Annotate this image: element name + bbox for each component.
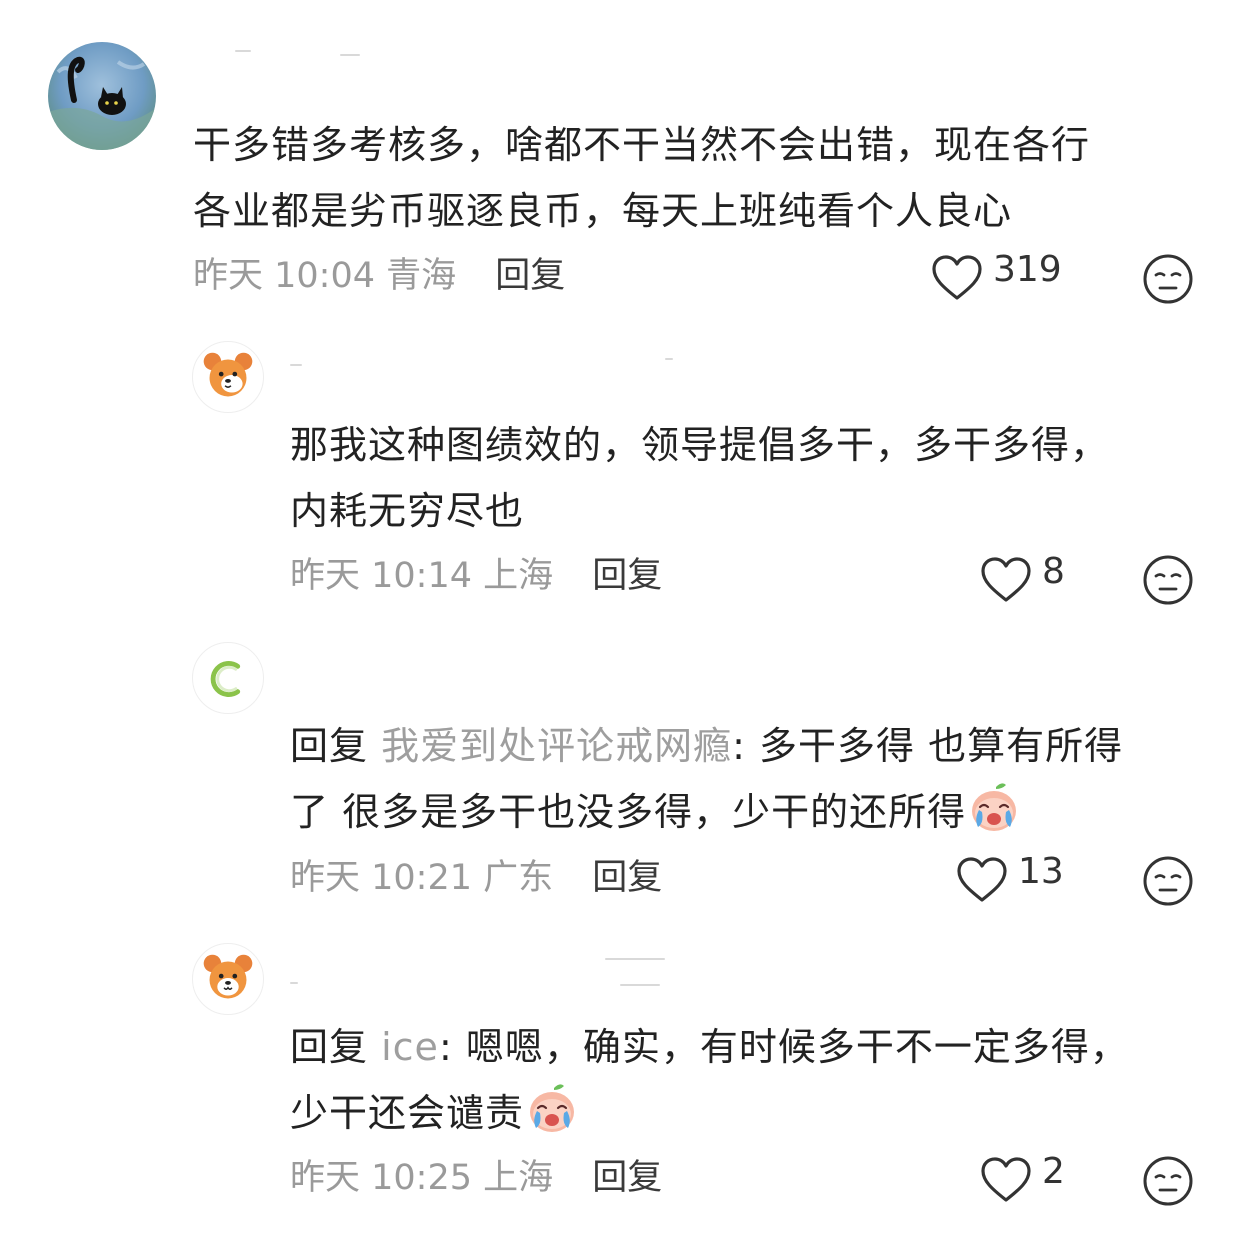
crying-peach-emoji: [966, 779, 1022, 835]
like-count: 13: [1018, 851, 1064, 892]
comment-text: 干多错多考核多，啥都不干当然不会出错，现在各行 各业都是劣币驱逐良币，每天上班纯…: [193, 123, 1091, 233]
like-button[interactable]: 8: [980, 552, 1065, 604]
reply-prefix: 回复: [290, 724, 369, 768]
avatar-reply-3[interactable]: [192, 943, 264, 1015]
like-button[interactable]: 13: [956, 852, 1064, 904]
heart-outline-icon: [932, 255, 982, 300]
reply-meta: 昨天 10:21 广东 回复: [290, 858, 662, 898]
reply-location: 上海: [483, 1158, 554, 1198]
neutral-face-icon: [1143, 856, 1193, 906]
reply-button[interactable]: 回复: [495, 256, 565, 296]
like-count: 8: [1042, 551, 1065, 592]
reply-body-line2: 少干还会谴责: [290, 1091, 525, 1135]
reply-body-line1: : 多干多得 也算有所得: [732, 724, 1124, 768]
dislike-button[interactable]: [1142, 253, 1194, 305]
like-button[interactable]: 2: [980, 1152, 1065, 1204]
neutral-face-icon: [1143, 254, 1193, 304]
reply-body-line2: 了 很多是多干也没多得，少干的还所得: [290, 790, 967, 834]
reply-time: 昨天 10:14: [290, 556, 472, 596]
dislike-button[interactable]: [1142, 855, 1194, 907]
dislike-button[interactable]: [1142, 554, 1194, 606]
reply-text: 回复 我爱到处评论戒网瘾: 多干多得 也算有所得 了 很多是多干也没多得，少干的…: [290, 713, 1123, 845]
reply-meta: 昨天 10:14 上海 回复: [290, 556, 662, 596]
reply-time: 昨天 10:25: [290, 1158, 472, 1198]
like-count: 2: [1042, 1151, 1065, 1192]
like-count: 319: [993, 249, 1062, 290]
reply-prefix: 回复: [290, 1025, 369, 1069]
like-button[interactable]: 319: [931, 250, 1062, 302]
comment-time: 昨天 10:04: [193, 256, 375, 296]
avatar-reply-2[interactable]: [192, 642, 264, 714]
reply-meta: 昨天 10:25 上海 回复: [290, 1158, 662, 1198]
avatar-reply-1[interactable]: [192, 341, 264, 413]
reply-location: 上海: [483, 556, 554, 596]
heart-outline-icon: [981, 1157, 1031, 1202]
reply-button[interactable]: 回复: [592, 556, 662, 596]
reply-body-line1: : 嗯嗯，确实，有时候多干不一定多得，: [438, 1025, 1129, 1069]
username-redacted[interactable]: [235, 50, 365, 58]
username-redacted[interactable]: [290, 358, 680, 366]
comment-location: 青海: [386, 256, 457, 296]
neutral-face-icon: [1143, 1156, 1193, 1206]
dislike-button[interactable]: [1142, 1155, 1194, 1207]
reply-text: 那我这种图绩效的，领导提倡多干，多干多得， 内耗无穷尽也: [290, 423, 1110, 533]
reply-text: 回复 ice: 嗯嗯，确实，有时候多干不一定多得， 少干还会谴责: [290, 1014, 1129, 1146]
username-redacted[interactable]: [290, 958, 680, 986]
reply-target-user[interactable]: 我爱到处评论戒网瘾: [381, 724, 732, 768]
heart-outline-icon: [957, 857, 1007, 902]
reply-time: 昨天 10:21: [290, 858, 472, 898]
reply-button[interactable]: 回复: [592, 1158, 662, 1198]
avatar-main-commenter[interactable]: [48, 42, 156, 150]
reply-target-user[interactable]: ice: [381, 1025, 439, 1069]
neutral-face-icon: [1143, 555, 1193, 605]
heart-outline-icon: [981, 557, 1031, 602]
crying-peach-emoji: [524, 1080, 580, 1136]
reply-button[interactable]: 回复: [592, 858, 662, 898]
reply-location: 广东: [483, 858, 554, 898]
comment-meta: 昨天 10:04 青海 回复: [193, 256, 565, 296]
